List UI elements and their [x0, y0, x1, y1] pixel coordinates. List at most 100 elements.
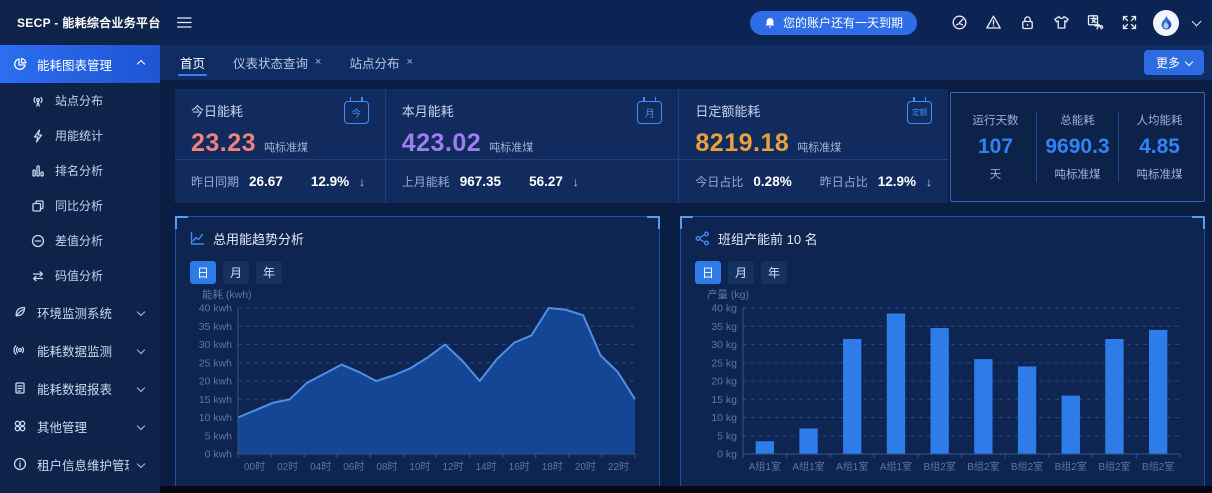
foot-value: 26.67 [249, 174, 283, 189]
summary-panel: 运行天数 107 天 总能耗 9690.3 吨标准煤 人均能耗 4.85 吨标准… [950, 92, 1205, 202]
account-expiry-notice[interactable]: 您的账户还有一天到期 [750, 11, 917, 35]
trend-down-icon: ↓ [359, 175, 365, 189]
stat-card-today-energy: 今日能耗 今 23.23 吨标准煤 昨日同期 26.67 12.9% ↓ [175, 89, 386, 203]
sidebar-item-environment-monitoring[interactable]: 环境监测系统 [0, 293, 160, 331]
svg-text:5 kwh: 5 kwh [205, 430, 233, 442]
sidebar: SECP - 能耗综合业务平台 能耗图表管理 站点分布 用能统计 排名 [0, 0, 160, 493]
svg-text:02时: 02时 [277, 461, 298, 473]
svg-text:A组1室: A组1室 [836, 460, 868, 473]
tab-home[interactable]: 首页 [180, 45, 205, 80]
svg-text:30 kg: 30 kg [711, 339, 737, 351]
sidebar-item-energy-chart-management[interactable]: 能耗图表管理 [0, 45, 160, 83]
bottom-strip [160, 486, 1212, 493]
tab-bar: 首页 仪表状态查询 × 站点分布 × 更多 [160, 45, 1212, 80]
stat-title: 本月能耗 [402, 101, 663, 120]
gauge-icon[interactable] [949, 13, 969, 33]
svg-text:40 kwh: 40 kwh [199, 303, 232, 315]
foot-label: 今日占比 [695, 173, 743, 190]
chevron-down-icon [137, 384, 145, 392]
svg-text:35 kg: 35 kg [711, 321, 737, 333]
close-icon[interactable]: × [406, 57, 412, 68]
svg-text:B组2室: B组2室 [1142, 460, 1174, 473]
svg-text:25 kg: 25 kg [711, 357, 737, 369]
calendar-today-icon: 今 [344, 101, 369, 124]
stat-title: 今日能耗 [191, 101, 369, 120]
svg-text:A组1室: A组1室 [749, 460, 781, 473]
close-icon[interactable]: × [315, 57, 321, 68]
signal-icon [12, 342, 28, 358]
chevron-up-icon [137, 60, 145, 68]
svg-text:产量 (kg): 产量 (kg) [707, 288, 749, 301]
toggle-year[interactable]: 年 [761, 261, 787, 284]
alert-triangle-icon[interactable] [983, 13, 1003, 33]
sidebar-subitem-energy-usage-stats[interactable]: 用能统计 [0, 118, 160, 153]
flame-avatar-icon [1158, 14, 1174, 32]
sidebar-subitem-ranking-analysis[interactable]: 排名分析 [0, 153, 160, 188]
sidebar-subitem-yoy-analysis[interactable]: 同比分析 [0, 188, 160, 223]
sidebar-item-tenant-info-management[interactable]: 租户信息维护管理 [0, 445, 160, 483]
trend-down-icon: ↓ [573, 175, 579, 189]
svg-text:B组2室: B组2室 [1011, 460, 1043, 473]
translate-icon[interactable] [1085, 13, 1105, 33]
foot-label: 上月能耗 [402, 173, 450, 190]
stat-card-month-energy: 本月能耗 月 423.02 吨标准煤 上月能耗 967.35 56.27 ↓ [386, 89, 680, 203]
svg-text:15 kg: 15 kg [711, 394, 737, 406]
lock-icon[interactable] [1017, 13, 1037, 33]
toggle-day[interactable]: 日 [695, 261, 721, 284]
stat-title: 日定额能耗 [695, 101, 932, 120]
main-content: 今日能耗 今 23.23 吨标准煤 昨日同期 26.67 12.9% ↓ [160, 80, 1212, 493]
sidebar-subitem-code-value-analysis[interactable]: 码值分析 [0, 258, 160, 293]
svg-text:20时: 20时 [575, 461, 596, 473]
svg-text:能耗 (kwh): 能耗 (kwh) [202, 288, 252, 301]
notice-label: 您的账户还有一天到期 [783, 14, 903, 31]
menu-collapse-icon[interactable] [174, 13, 194, 33]
svg-text:12时: 12时 [442, 461, 463, 473]
chevron-down-icon[interactable] [1192, 16, 1202, 26]
sidebar-item-energy-data-reports[interactable]: 能耗数据报表 [0, 369, 160, 407]
svg-text:14时: 14时 [476, 461, 497, 473]
stats-panel: 今日能耗 今 23.23 吨标准煤 昨日同期 26.67 12.9% ↓ [175, 89, 948, 203]
toggle-day[interactable]: 日 [190, 261, 216, 284]
svg-text:B组2室: B组2室 [1098, 460, 1130, 473]
team-capacity-panel: 班组产能前 10 名 日 月 年 0 kg5 kg10 kg15 kg20 kg… [680, 216, 1205, 488]
foot-value: 12.9% [311, 174, 349, 189]
theme-shirt-icon[interactable] [1051, 13, 1071, 33]
svg-text:06时: 06时 [343, 461, 364, 473]
period-toggle: 日 月 年 [176, 248, 659, 284]
sidebar-subitem-difference-analysis[interactable]: 差值分析 [0, 223, 160, 258]
info-icon [12, 456, 28, 472]
sidebar-item-energy-data-monitoring[interactable]: 能耗数据监测 [0, 331, 160, 369]
team-capacity-chart: 0 kg5 kg10 kg15 kg20 kg25 kg30 kg35 kg40… [693, 288, 1192, 480]
tab-site-distribution[interactable]: 站点分布 × [349, 45, 412, 80]
sidebar-subitem-site-distribution[interactable]: 站点分布 [0, 83, 160, 118]
svg-text:10 kg: 10 kg [711, 412, 737, 424]
svg-text:20 kwh: 20 kwh [199, 376, 232, 388]
grid-icon [12, 418, 28, 434]
toggle-month[interactable]: 月 [728, 261, 754, 284]
summary-total-energy: 总能耗 9690.3 吨标准煤 [1036, 112, 1118, 182]
tab-meter-status-query[interactable]: 仪表状态查询 × [233, 45, 321, 80]
toggle-year[interactable]: 年 [256, 261, 282, 284]
toggle-month[interactable]: 月 [223, 261, 249, 284]
fullscreen-icon[interactable] [1119, 13, 1139, 33]
chevron-down-icon [137, 308, 145, 316]
svg-text:B组2室: B组2室 [1055, 460, 1087, 473]
summary-per-capita-energy: 人均能耗 4.85 吨标准煤 [1118, 112, 1200, 182]
svg-text:15 kwh: 15 kwh [199, 394, 232, 406]
app-title: SECP - 能耗综合业务平台 [17, 14, 161, 31]
svg-text:35 kwh: 35 kwh [199, 321, 232, 333]
more-tabs-button[interactable]: 更多 [1144, 50, 1204, 75]
stat-unit: 吨标准煤 [489, 139, 533, 155]
stat-value: 423.02 [402, 129, 481, 158]
bell-icon [764, 17, 776, 29]
foot-label: 昨日占比 [820, 173, 868, 190]
stat-unit: 吨标准煤 [797, 139, 841, 155]
calendar-month-icon: 月 [637, 101, 662, 124]
sidebar-item-other-management[interactable]: 其他管理 [0, 407, 160, 445]
user-avatar[interactable] [1153, 10, 1179, 36]
foot-value: 967.35 [460, 174, 501, 189]
foot-value: 56.27 [529, 174, 563, 189]
svg-text:25 kwh: 25 kwh [199, 357, 232, 369]
report-icon [12, 380, 28, 396]
panel-title: 班组产能前 10 名 [718, 229, 818, 248]
